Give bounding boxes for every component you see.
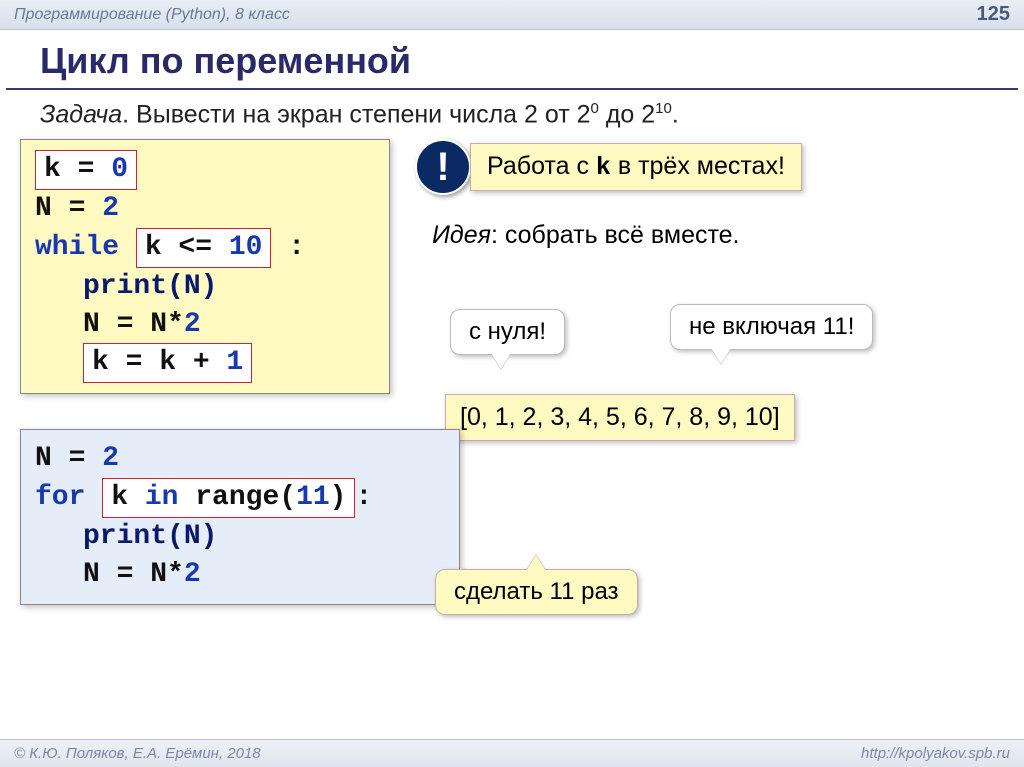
note-three-places: Работа с k в трёх местах! — [470, 143, 802, 191]
code-line: N = N*2 — [35, 306, 375, 344]
task-tail: . — [672, 100, 679, 128]
footer-right: http://kpolyakov.spb.ru — [861, 745, 1010, 762]
code-line: for k in range(11): — [35, 478, 445, 518]
code-line: N = 2 — [35, 440, 445, 478]
task-text: Задача. Вывести на экран степени числа 2… — [0, 96, 1024, 139]
slide-body: k = 0 N = 2 while k <= 10 : print(N) N =… — [0, 139, 1024, 739]
code-line: k = k + 1 — [35, 343, 375, 383]
task-sup1: 0 — [591, 100, 599, 117]
callout-not-including-eleven: не включая 11! — [670, 304, 873, 350]
idea-text: Идея: собрать всё вместе. — [432, 221, 740, 250]
code-line: print(N) — [35, 268, 375, 306]
callout-do-eleven-times: сделать 11 раз — [435, 569, 638, 615]
attention-icon: ! — [415, 139, 471, 195]
code-line: N = 2 — [35, 190, 375, 228]
task-body-mid: до 2 — [599, 100, 655, 128]
code-block-for: N = 2 for k in range(11): print(N) N = N… — [20, 429, 460, 604]
task-body-a: . Вывести на экран степени числа 2 от 2 — [122, 100, 590, 128]
page-number: 125 — [977, 3, 1010, 26]
footer-left: © К.Ю. Поляков, Е.А. Ерёмин, 2018 — [14, 745, 261, 762]
slide-footer: © К.Ю. Поляков, Е.А. Ерёмин, 2018 http:/… — [0, 739, 1024, 767]
code-line: N = N*2 — [35, 556, 445, 594]
code-line: k = 0 — [35, 150, 375, 190]
title-underline — [6, 88, 1018, 90]
task-label: Задача — [40, 100, 122, 128]
code-line: print(N) — [35, 518, 445, 556]
callout-from-zero: с нуля! — [450, 309, 565, 355]
slide-title: Цикл по переменной — [0, 30, 1024, 88]
code-line: while k <= 10 : — [35, 228, 375, 268]
slide-header: Программирование (Python), 8 класс 125 — [0, 0, 1024, 30]
range-values: [0, 1, 2, 3, 4, 5, 6, 7, 8, 9, 10] — [445, 394, 795, 441]
header-left: Программирование (Python), 8 класс — [14, 6, 290, 24]
task-sup2: 10 — [655, 100, 672, 117]
code-block-while: k = 0 N = 2 while k <= 10 : print(N) N =… — [20, 139, 390, 394]
